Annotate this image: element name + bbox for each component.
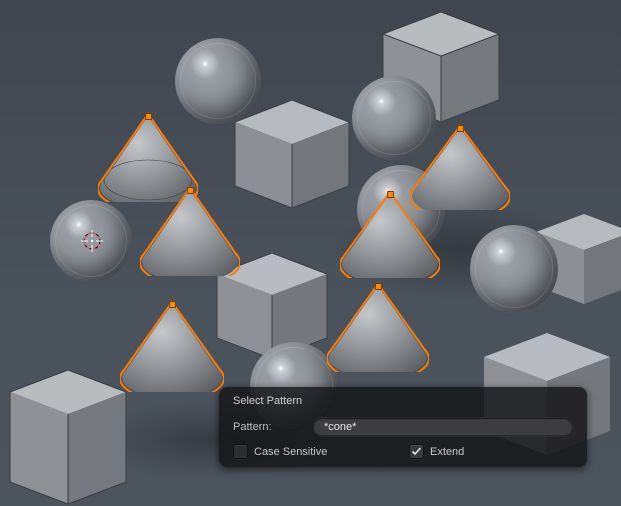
pattern-label: Pattern: bbox=[233, 421, 313, 433]
mesh-cone-selected[interactable] bbox=[327, 280, 429, 377]
selection-origin-dot bbox=[387, 191, 394, 198]
panel-title: Select Pattern bbox=[233, 395, 573, 407]
selection-origin-dot bbox=[169, 301, 176, 308]
mesh-cone-selected[interactable] bbox=[140, 184, 240, 281]
mesh-sphere[interactable] bbox=[470, 225, 558, 313]
selection-origin-dot bbox=[457, 125, 464, 132]
selection-origin-dot bbox=[375, 283, 382, 290]
pattern-input[interactable] bbox=[313, 417, 573, 436]
extend-checkbox[interactable] bbox=[409, 444, 424, 459]
check-icon bbox=[411, 446, 422, 457]
viewport-3d[interactable]: Select Pattern Pattern: Case Sensitive E… bbox=[0, 0, 621, 506]
case-sensitive-checkbox[interactable] bbox=[233, 444, 248, 459]
mesh-cone-selected[interactable] bbox=[340, 188, 440, 283]
operator-panel-select-pattern: Select Pattern Pattern: Case Sensitive E… bbox=[219, 387, 587, 467]
3d-cursor bbox=[81, 230, 103, 252]
selection-origin-dot bbox=[145, 113, 152, 120]
mesh-cube[interactable] bbox=[233, 100, 351, 210]
mesh-cube[interactable] bbox=[8, 370, 128, 506]
extend-label: Extend bbox=[430, 446, 464, 458]
selection-origin-dot bbox=[187, 187, 194, 194]
mesh-cone-selected[interactable] bbox=[120, 298, 224, 397]
case-sensitive-label: Case Sensitive bbox=[254, 446, 327, 458]
